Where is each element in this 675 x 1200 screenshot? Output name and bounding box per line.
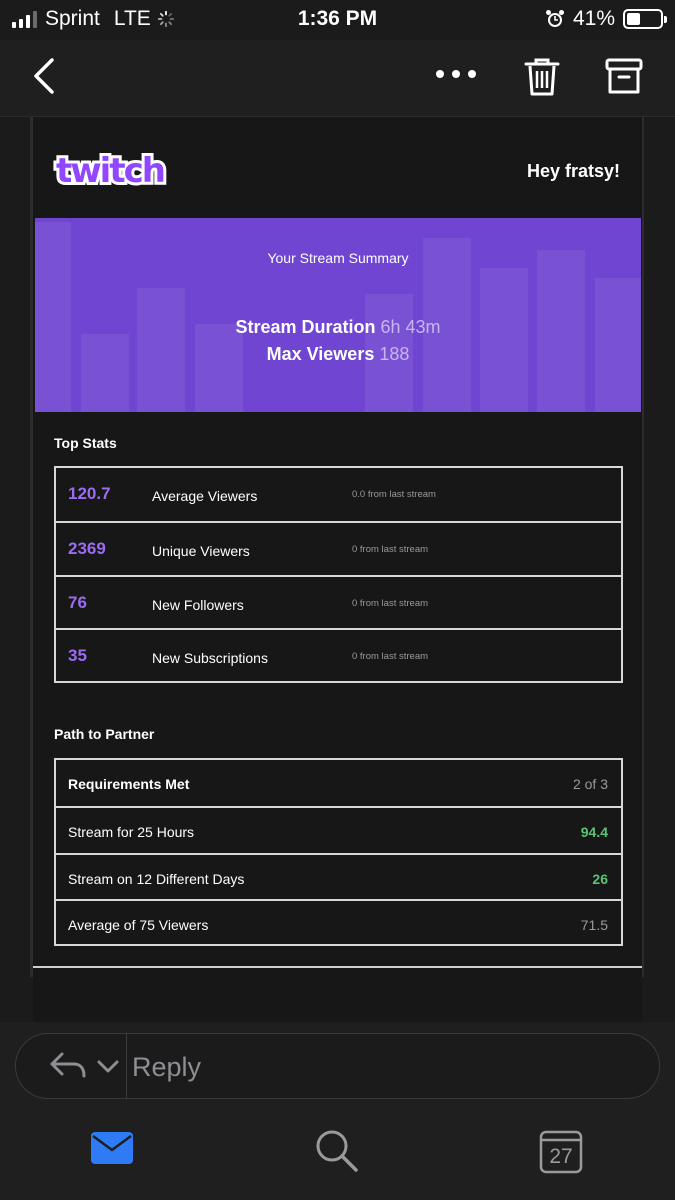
banner-decor-bar xyxy=(480,268,528,412)
svg-text:twitch: twitch xyxy=(56,151,164,191)
max-viewers-value: 188 xyxy=(379,344,410,364)
banner-title: Your Stream Summary xyxy=(267,250,409,266)
requirement-label: Stream for 25 Hours xyxy=(68,824,195,840)
status-right: 41% xyxy=(545,7,667,31)
mail-nav-bar xyxy=(0,40,675,116)
stat-value: 120.7 xyxy=(68,484,111,503)
requirement-value: 2 of 3 xyxy=(572,776,608,792)
chevron-down-icon[interactable] xyxy=(96,1056,120,1076)
greeting-text: Hey fratsy! xyxy=(526,161,620,181)
twitch-logo: twitch xyxy=(53,148,169,194)
stream-summary-banner: Your Stream Summary Stream Duration 6h 4… xyxy=(35,218,641,412)
stat-delta: 0 from last stream xyxy=(352,651,429,662)
stat-delta: 0.0 from last stream xyxy=(352,489,436,500)
reply-divider xyxy=(126,1034,127,1098)
requirement-value: 26 xyxy=(592,871,608,887)
battery-icon xyxy=(623,9,667,29)
bottom-tab-bar: 27 xyxy=(0,1118,675,1200)
email-divider xyxy=(33,966,642,968)
stream-duration-label: Stream Duration xyxy=(235,317,376,337)
requirement-label: Average of 75 Viewers xyxy=(68,917,209,933)
top-stats-table: 120.7 Average Viewers 0.0 from last stre… xyxy=(54,466,623,683)
stat-label: Average Viewers xyxy=(152,488,258,504)
mail-icon[interactable] xyxy=(90,1128,134,1168)
calendar-day: 27 xyxy=(549,1145,573,1168)
stat-label: New Followers xyxy=(152,597,244,613)
partner-requirements-table: Requirements Met 2 of 3 Stream for 25 Ho… xyxy=(54,758,623,946)
stats-row: 76 New Followers 0 from last stream xyxy=(56,575,621,630)
stat-value: 76 xyxy=(68,593,87,612)
stream-duration-line: Stream Duration 6h 43m xyxy=(35,317,641,338)
stats-row: 35 New Subscriptions 0 from last stream xyxy=(56,628,621,683)
requirement-label: Stream on 12 Different Days xyxy=(68,871,245,887)
max-viewers-line: Max Viewers 188 xyxy=(35,344,641,365)
path-to-partner-title: Path to Partner xyxy=(54,726,155,742)
stat-label: New Subscriptions xyxy=(152,650,268,666)
stats-row: 2369 Unique Viewers 0 from last stream xyxy=(56,521,621,576)
search-icon[interactable] xyxy=(314,1128,360,1174)
reply-area xyxy=(0,1022,675,1118)
more-options-icon[interactable] xyxy=(434,67,478,81)
stat-delta: 0 from last stream xyxy=(352,598,429,609)
max-viewers-label: Max Viewers xyxy=(266,344,375,364)
back-icon[interactable] xyxy=(28,54,60,98)
stat-delta: 0 from last stream xyxy=(352,544,429,555)
stream-duration-value: 6h 43m xyxy=(380,317,441,337)
reply-bar[interactable] xyxy=(15,1033,660,1099)
requirement-row: Stream on 12 Different Days 26 xyxy=(56,853,621,901)
requirement-row: Stream for 25 Hours 94.4 xyxy=(56,806,621,854)
requirement-label: Requirements Met xyxy=(68,776,190,792)
status-bar: Sprint LTE 1:36 PM 41% xyxy=(0,0,675,40)
calendar-tab[interactable]: 27 xyxy=(539,1128,583,1174)
stat-label: Unique Viewers xyxy=(152,543,250,559)
requirement-value: 94.4 xyxy=(580,824,608,840)
requirement-row: Average of 75 Viewers 71.5 xyxy=(56,899,621,947)
trash-icon[interactable] xyxy=(522,56,562,98)
reply-arrow-icon[interactable] xyxy=(48,1050,88,1082)
requirement-value: 71.5 xyxy=(580,917,608,933)
archive-icon[interactable] xyxy=(604,56,644,98)
battery-percent: 41% xyxy=(572,7,615,30)
reply-input[interactable] xyxy=(130,1050,634,1084)
stats-row: 120.7 Average Viewers 0.0 from last stre… xyxy=(56,468,621,521)
alarm-icon xyxy=(545,10,564,27)
top-stats-title: Top Stats xyxy=(54,435,117,451)
stat-value: 2369 xyxy=(68,539,106,558)
requirements-met-row: Requirements Met 2 of 3 xyxy=(56,760,621,806)
stat-value: 35 xyxy=(68,646,87,665)
